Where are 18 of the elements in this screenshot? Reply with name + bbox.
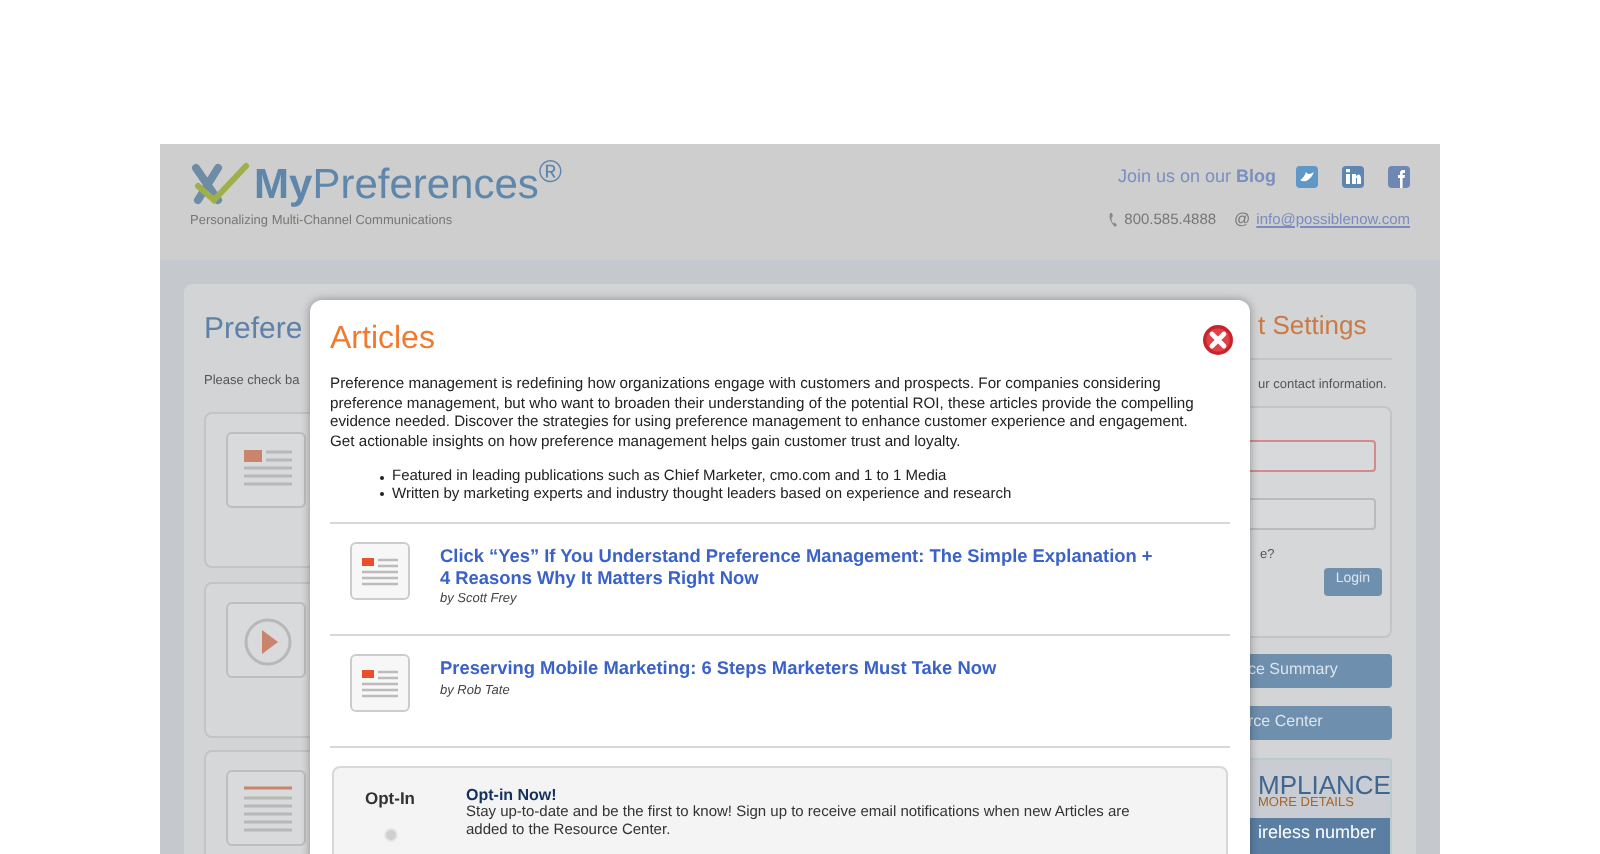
linkedin-icon[interactable]: [1342, 166, 1364, 189]
opt-in-label: Opt-In: [364, 786, 416, 813]
radio-button[interactable]: [383, 828, 397, 843]
section-title: t Settings: [1258, 312, 1369, 338]
opt-in-heading: Opt-in Now!: [466, 786, 559, 805]
logo-text: MyPreferences$^{®}$: [254, 163, 563, 205]
section-title: Prefere: [204, 314, 305, 344]
banner-title: MPLIANCE: [1258, 771, 1390, 798]
blog-link[interactable]: Join us on our Blog: [1117, 164, 1276, 191]
article-link[interactable]: Click “Yes” If You Understand Preference Management: The Simple Explanation + 4 Reasons Why It Matters Right Now: [440, 546, 1160, 589]
phone-icon: [1108, 211, 1119, 227]
logo-icon: [190, 160, 250, 208]
twitter-icon[interactable]: [1296, 166, 1318, 189]
dialog-title: Articles: [330, 324, 435, 356]
article-link[interactable]: Preserving Mobile Marketing: 6 Steps Marketers Must Take Now: [440, 658, 1160, 680]
at-sign: @: [1234, 207, 1251, 231]
close-icon[interactable]: [1202, 324, 1234, 356]
facebook-icon[interactable]: [1388, 166, 1410, 189]
